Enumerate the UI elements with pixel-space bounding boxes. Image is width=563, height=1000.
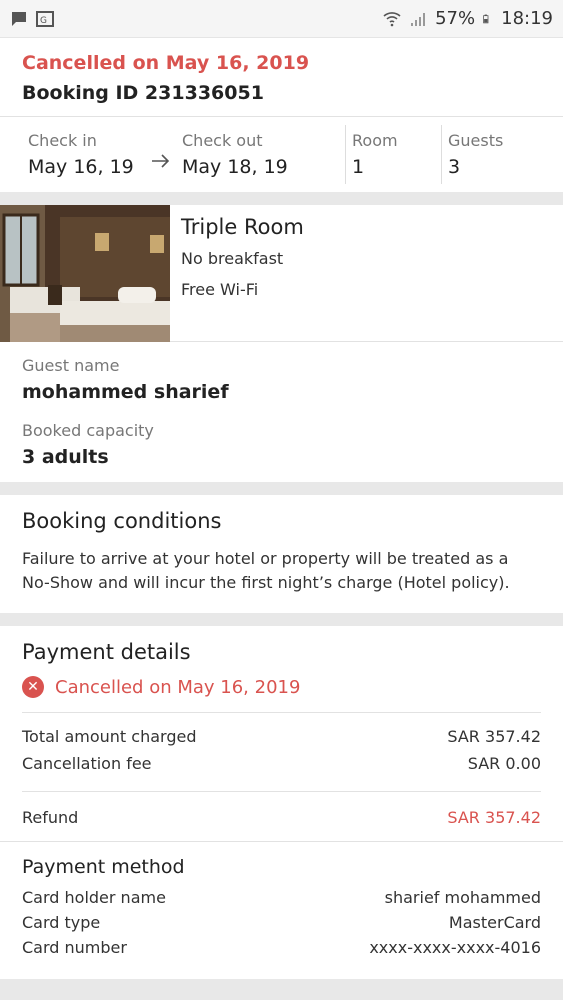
message-icon [12, 11, 26, 26]
fee-value: SAR 0.00 [467, 754, 541, 773]
payment-method-title: Payment method [22, 856, 185, 878]
conditions-title: Booking conditions [22, 509, 222, 533]
arrow-right-icon [140, 117, 182, 192]
maps-icon: G [36, 10, 54, 27]
card-type-value: MasterCard [448, 913, 541, 932]
svg-text:G: G [40, 16, 47, 26]
payment-title: Payment details [22, 640, 191, 664]
total-value: SAR 357.42 [447, 727, 541, 746]
room-card: Triple Room No breakfast Free Wi-Fi Gues… [0, 205, 563, 482]
checkout-label: Check out [182, 131, 263, 150]
room-feature: Free Wi-Fi [181, 280, 259, 299]
conditions-text: Failure to arrive at your hotel or prope… [22, 549, 510, 592]
cancel-title: Cancelled on May 16, 2019 [22, 52, 310, 74]
guest-name-label: Guest name [22, 356, 120, 375]
holder-row: Card holder name sharief mohammed [22, 888, 541, 907]
booking-conditions: Booking conditions Failure to arrive at … [0, 495, 563, 613]
capacity-label: Booked capacity [22, 421, 154, 440]
card-number-label: Card number [22, 938, 127, 957]
fee-row: Cancellation fee SAR 0.00 [22, 754, 541, 773]
card-number-value: xxxx-xxxx-xxxx-4016 [369, 938, 541, 957]
card-type-row: Card type MasterCard [22, 913, 541, 932]
checkout-value: May 18, 19 [182, 156, 288, 178]
holder-label: Card holder name [22, 888, 166, 907]
payment-status: Cancelled on May 16, 2019 [55, 676, 301, 698]
guests-label: Guests [448, 131, 504, 150]
total-label: Total amount charged [22, 727, 197, 746]
room-count-label: Room [352, 131, 398, 150]
room-photo[interactable] [0, 205, 170, 342]
booking-header: Cancelled on May 16, 2019 Booking ID 231… [0, 38, 563, 192]
payment-method: Payment method Card holder name sharief … [0, 841, 563, 979]
stay-summary: Check in May 16, 19 Check out May 18, 19… [0, 116, 563, 192]
signal-icon [411, 12, 426, 26]
card-number-row: Card number xxxx-xxxx-xxxx-4016 [22, 938, 541, 957]
checkin-value: May 16, 19 [28, 156, 134, 178]
guests-value: 3 [448, 156, 461, 178]
guest-name-value: mohammed sharief [22, 381, 229, 403]
cancel-x-icon: ✕ [22, 676, 44, 698]
battery-percent: 57% [435, 8, 476, 29]
refund-label: Refund [22, 808, 79, 827]
wifi-icon [383, 11, 401, 26]
payment-details: Payment details ✕ Cancelled on May 16, 2… [0, 626, 563, 979]
room-title: Triple Room [181, 215, 304, 239]
clock: 18:19 [501, 8, 553, 29]
refund-value: SAR 357.42 [447, 808, 541, 827]
total-row: Total amount charged SAR 357.42 [22, 727, 541, 746]
status-bar: G 57% 18:19 [0, 0, 563, 38]
booking-id: Booking ID 231336051 [22, 82, 264, 104]
room-count-value: 1 [352, 156, 365, 178]
battery-icon [483, 14, 489, 23]
card-type-label: Card type [22, 913, 101, 932]
refund-row: Refund SAR 357.42 [22, 808, 541, 827]
room-feature: No breakfast [181, 249, 284, 268]
fee-label: Cancellation fee [22, 754, 152, 773]
holder-value: sharief mohammed [384, 888, 541, 907]
checkin-label: Check in [28, 131, 97, 150]
capacity-value: 3 adults [22, 446, 109, 468]
